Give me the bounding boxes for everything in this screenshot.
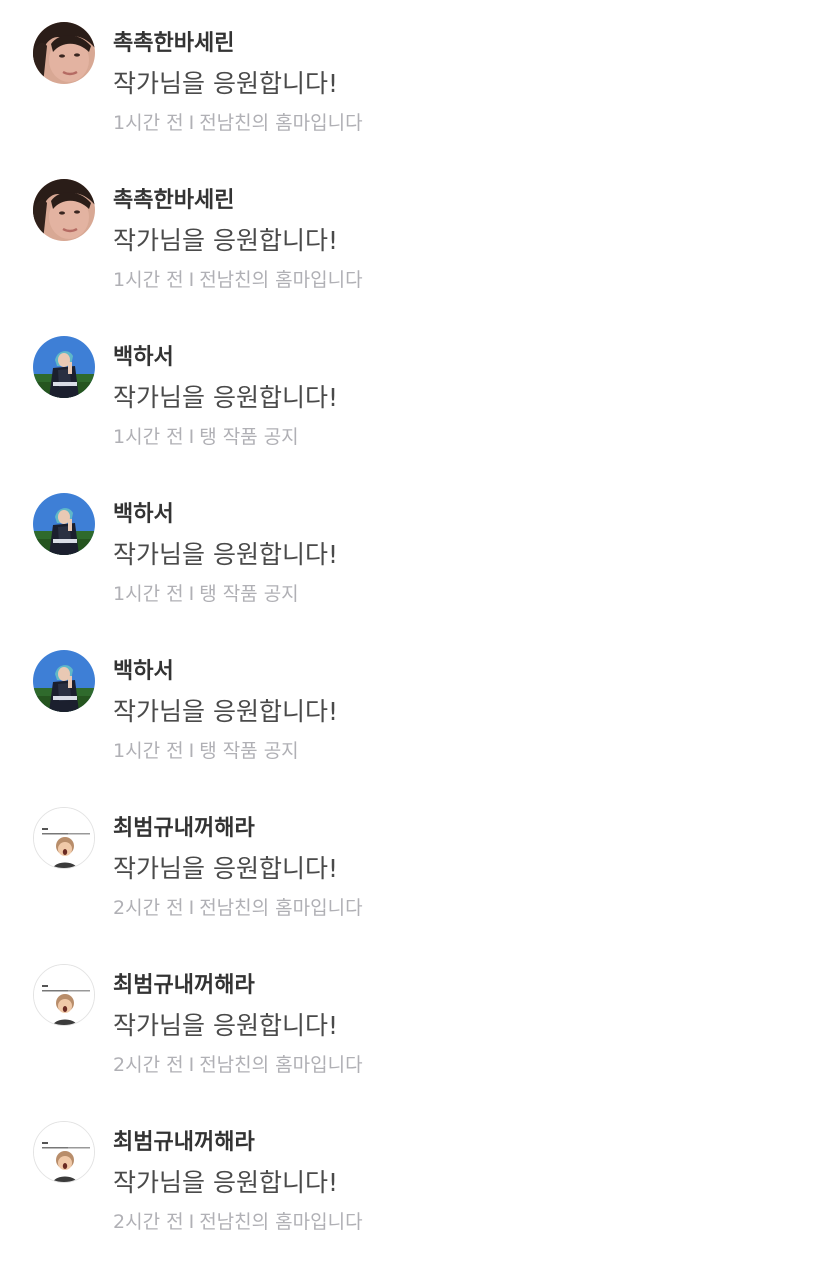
comment-work-title[interactable]: 전남친의 홈마입니다 <box>199 112 362 134</box>
meta-separator: I <box>188 112 195 134</box>
comment-time: 1시간 전 <box>113 112 184 134</box>
comment-time: 1시간 전 <box>113 426 184 448</box>
comment-meta: 1시간 전 I 전남친의 홈마입니다 <box>113 108 363 135</box>
comment-work-title[interactable]: 전남친의 홈마입니다 <box>199 897 362 919</box>
comment-item[interactable]: 백하서작가님을 응원합니다! 1시간 전I탱 작품 공지 <box>0 336 828 486</box>
comment-message: 작가님을 응원합니다! <box>113 854 338 883</box>
avatar-sticker-photo[interactable] <box>33 807 95 869</box>
comment-item[interactable]: 촉촉한바세린작가님을 응원합니다! 1시간 전 I 전남친의 홈마입니다 <box>0 22 828 172</box>
comment-work-title[interactable]: 탱 작품 공지 <box>199 740 298 762</box>
avatar-dark-hair-photo[interactable] <box>33 22 95 84</box>
comment-meta: 1시간 전I탱 작품 공지 <box>113 736 299 763</box>
comment-username[interactable]: 최범규내꺼해라 <box>113 810 255 842</box>
comment-meta: 2시간 전 I 전남친의 홈마입니다 <box>113 893 363 920</box>
comment-work-title[interactable]: 전남친의 홈마입니다 <box>199 1054 362 1076</box>
comment-username[interactable]: 최범규내꺼해라 <box>113 967 255 999</box>
avatar-stage-photo[interactable] <box>33 493 95 555</box>
comment-work-title[interactable]: 전남친의 홈마입니다 <box>199 269 362 291</box>
comment-time: 1시간 전 <box>113 740 184 762</box>
comment-item[interactable]: 최범규내꺼해라작가님을 응원합니다! 2시간 전 I 전남친의 홈마입니다 <box>0 964 828 1114</box>
comment-username[interactable]: 촉촉한바세린 <box>113 25 234 57</box>
comment-meta: 2시간 전 I 전남친의 홈마입니다 <box>113 1207 363 1234</box>
meta-separator: I <box>188 426 195 448</box>
comment-username[interactable]: 백하서 <box>113 496 174 528</box>
comment-username[interactable]: 촉촉한바세린 <box>113 182 234 214</box>
comment-work-title[interactable]: 탱 작품 공지 <box>199 583 298 605</box>
comment-message: 작가님을 응원합니다! <box>113 1168 338 1197</box>
comment-time: 2시간 전 <box>113 897 184 919</box>
comment-item[interactable]: 백하서작가님을 응원합니다! 1시간 전I탱 작품 공지 <box>0 493 828 643</box>
meta-separator: I <box>188 583 195 605</box>
comment-username[interactable]: 백하서 <box>113 653 174 685</box>
comment-message: 작가님을 응원합니다! <box>113 1011 338 1040</box>
comment-meta: 2시간 전 I 전남친의 홈마입니다 <box>113 1050 363 1077</box>
comment-work-title[interactable]: 탱 작품 공지 <box>199 426 298 448</box>
meta-separator: I <box>188 740 195 762</box>
avatar-stage-photo[interactable] <box>33 650 95 712</box>
comment-username[interactable]: 백하서 <box>113 339 174 371</box>
comment-message: 작가님을 응원합니다! <box>113 697 338 726</box>
comment-time: 1시간 전 <box>113 583 184 605</box>
comment-item[interactable]: 촉촉한바세린작가님을 응원합니다! 1시간 전 I 전남친의 홈마입니다 <box>0 179 828 329</box>
comment-meta: 1시간 전I탱 작품 공지 <box>113 422 299 449</box>
comment-time: 2시간 전 <box>113 1054 184 1076</box>
meta-separator: I <box>188 1211 195 1233</box>
comment-work-title[interactable]: 전남친의 홈마입니다 <box>199 1211 362 1233</box>
comment-time: 1시간 전 <box>113 269 184 291</box>
comment-meta: 1시간 전I탱 작품 공지 <box>113 579 299 606</box>
meta-separator: I <box>188 269 195 291</box>
comment-item[interactable]: 최범규내꺼해라작가님을 응원합니다! 2시간 전 I 전남친의 홈마입니다 <box>0 807 828 957</box>
comment-time: 2시간 전 <box>113 1211 184 1233</box>
comment-message: 작가님을 응원합니다! <box>113 69 338 98</box>
avatar-dark-hair-photo[interactable] <box>33 179 95 241</box>
meta-separator: I <box>188 1054 195 1076</box>
comment-message: 작가님을 응원합니다! <box>113 540 338 569</box>
comment-item[interactable]: 백하서작가님을 응원합니다! 1시간 전I탱 작품 공지 <box>0 650 828 800</box>
comment-list: 촉촉한바세린 작가님을 응원합니다! 1시간 전 I 전남친의 홈마입니다 촉촉한바세린… <box>0 0 828 1247</box>
avatar-sticker-photo[interactable] <box>33 964 95 1026</box>
meta-separator: I <box>188 897 195 919</box>
avatar-stage-photo[interactable] <box>33 336 95 398</box>
comment-message: 작가님을 응원합니다! <box>113 226 338 255</box>
comment-username[interactable]: 최범규내꺼해라 <box>113 1124 255 1156</box>
comment-message: 작가님을 응원합니다! <box>113 383 338 412</box>
comment-item[interactable]: 최범규내꺼해라작가님을 응원합니다! 2시간 전 I 전남친의 홈마입니다 <box>0 1121 828 1271</box>
comment-meta: 1시간 전 I 전남친의 홈마입니다 <box>113 265 363 292</box>
avatar-sticker-photo[interactable] <box>33 1121 95 1183</box>
